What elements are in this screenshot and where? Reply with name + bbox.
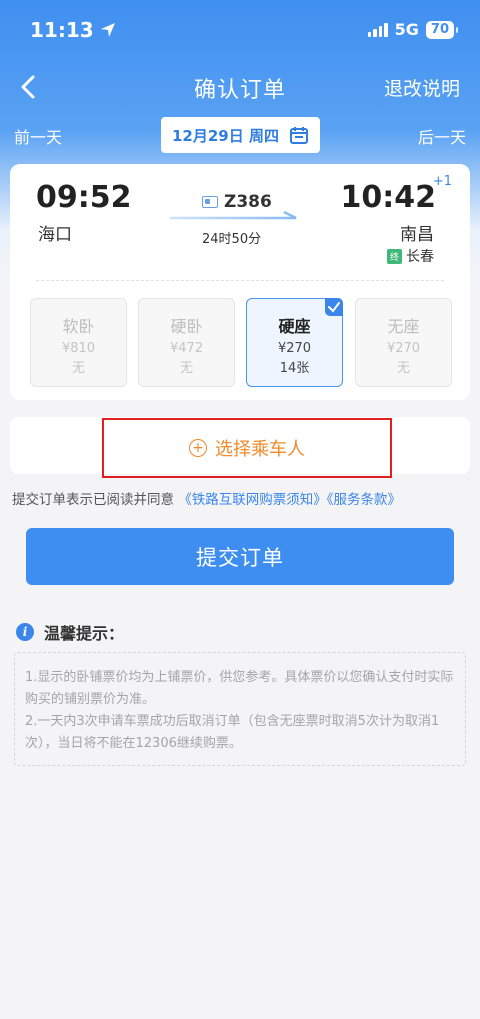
agreement-prefix: 提交订单表示已阅读并同意 — [12, 492, 174, 508]
select-passenger-label: 选择乘车人 — [215, 439, 305, 460]
route-arrow-icon — [170, 210, 297, 220]
departure-station: 海口 — [38, 225, 72, 245]
prev-day-button[interactable]: 前一天 — [14, 124, 62, 148]
ticket-notice-link[interactable]: 《铁路互联网购票须知》 — [178, 492, 327, 508]
divider — [36, 280, 444, 281]
seat-price: ¥270 — [277, 341, 312, 356]
seat-price: ¥472 — [169, 341, 204, 356]
passenger-card: + 选择乘车人 — [10, 417, 470, 478]
signal-icon — [367, 22, 388, 37]
status-time-text: 11:13 — [30, 18, 94, 42]
departure-time: 09:52 — [36, 180, 132, 215]
seat-name: 软卧 — [62, 317, 95, 336]
seat-count: 无 — [396, 361, 410, 376]
seat-options: 软卧 ¥810 无 硬卧 ¥472 无 硬座 ¥270 14张 无座 ¥270 … — [30, 298, 452, 388]
submit-order-button[interactable]: 提交订单 — [26, 528, 454, 585]
battery-tip — [456, 26, 458, 33]
location-arrow-icon — [100, 23, 115, 37]
train-number-text: Z386 — [224, 192, 272, 212]
arrival-station: 南昌 — [400, 225, 434, 245]
date-row: 前一天 12月29日 周四 后一天 — [0, 116, 480, 154]
date-label: 12月29日 周四 — [172, 126, 279, 145]
checkmark-icon — [325, 298, 343, 316]
terminal-station: 终 长春 — [387, 246, 434, 266]
duration-text: 24时50分 — [202, 232, 262, 247]
train-number[interactable]: Z386 — [202, 192, 272, 212]
arrival-time: 10:42 — [340, 180, 437, 215]
network-label: 5G — [394, 20, 419, 39]
seat-option-no-seat[interactable]: 无座 ¥270 无 — [355, 298, 452, 387]
plus-circle-icon: + — [189, 439, 207, 457]
seat-price: ¥270 — [386, 341, 421, 356]
seat-count: 无 — [71, 361, 85, 376]
tip-line-1: 1.显示的卧铺票价均为上铺票价，供您参考。具体票价以您确认支付时实际购买的铺别票… — [25, 670, 454, 707]
battery-icon: 70 — [425, 20, 454, 39]
tips-header: i 温馨提示： — [16, 620, 124, 644]
refund-rules-link[interactable]: 退改说明 — [384, 74, 460, 101]
date-picker[interactable]: 12月29日 周四 — [161, 117, 320, 153]
seat-option-hard-seat[interactable]: 硬座 ¥270 14张 — [246, 298, 343, 387]
terminal-badge: 终 — [387, 248, 402, 264]
calendar-icon — [289, 127, 308, 144]
status-time: 11:13 — [30, 18, 116, 42]
seat-name: 无座 — [387, 317, 420, 336]
terms-link[interactable]: 《服务条款》 — [327, 492, 401, 508]
seat-price: ¥810 — [61, 341, 96, 356]
seat-name: 硬座 — [278, 317, 311, 336]
nav-bar: 确认订单 退改说明 — [0, 62, 480, 112]
seat-option-soft-sleeper[interactable]: 软卧 ¥810 无 — [30, 298, 127, 387]
next-day-button[interactable]: 后一天 — [418, 124, 466, 148]
tips-box: 1.显示的卧铺票价均为上铺票价，供您参考。具体票价以您确认支付时实际购买的铺别票… — [14, 652, 466, 766]
status-right: 5G 70 — [367, 20, 458, 39]
info-icon: i — [16, 623, 34, 641]
id-card-icon — [202, 196, 218, 208]
select-passenger-button[interactable]: + 选择乘车人 — [102, 418, 392, 478]
tips-title: 温馨提示： — [44, 624, 125, 643]
seat-name: 硬卧 — [170, 317, 203, 336]
seat-count: 无 — [179, 361, 193, 376]
tip-line-2: 2.一天内3次申请车票成功后取消订单（包含无座票时取消5次计为取消1次），当日将… — [25, 714, 440, 751]
day-offset: +1 — [432, 174, 452, 189]
seat-option-hard-sleeper[interactable]: 硬卧 ¥472 无 — [138, 298, 235, 387]
train-info-card: 09:52 海口 Z386 24时50分 10:42 +1 南昌 终 长春 软卧… — [10, 164, 470, 400]
agreement-text: 提交订单表示已阅读并同意 《铁路互联网购票须知》《服务条款》 — [12, 488, 401, 508]
status-bar: 11:13 5G 70 — [0, 0, 480, 62]
terminal-station-name: 长春 — [406, 249, 434, 265]
seat-count: 14张 — [279, 361, 310, 376]
